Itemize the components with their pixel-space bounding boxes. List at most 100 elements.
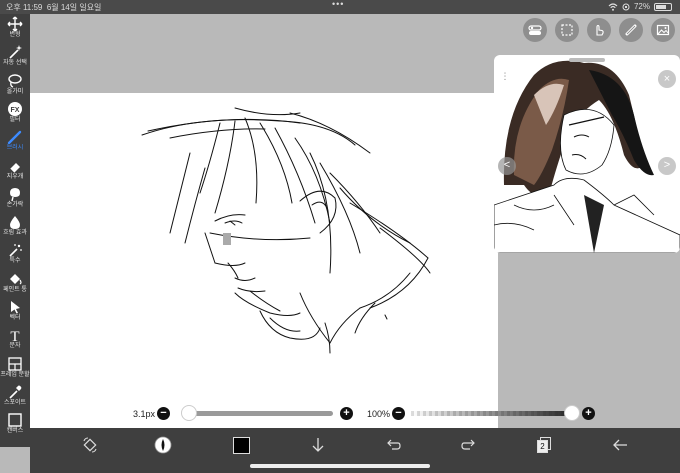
selection-button[interactable]: [555, 18, 579, 42]
canvas-rotate-button[interactable]: [78, 433, 102, 457]
tool-vector-cursor[interactable]: 벡터: [0, 299, 30, 327]
brush-size-thumb[interactable]: [181, 405, 197, 421]
brush-opacity-label: 100%: [367, 409, 391, 419]
battery-fill: [656, 4, 667, 9]
brush-size-slider[interactable]: [183, 411, 333, 416]
lasso-icon: [8, 73, 22, 88]
status-indicators: 72%: [608, 2, 672, 11]
brush-opacity-increase-button[interactable]: +: [582, 407, 595, 420]
eyedropper-icon: [9, 385, 22, 399]
tool-blur-drop[interactable]: 흐림 효과: [0, 214, 30, 242]
tool-label: 변형: [9, 32, 21, 38]
frame-divider-icon: [8, 356, 22, 371]
layers-icon: 2: [537, 437, 551, 453]
vector-cursor-icon: [11, 301, 20, 314]
tool-label: 프레임 분할: [0, 371, 30, 378]
tool-text[interactable]: T 문자: [0, 327, 30, 355]
text-icon: T: [10, 329, 19, 343]
ruler-icon: [625, 24, 637, 36]
tool-label: 벡터: [9, 315, 21, 321]
layer-count: 2: [537, 440, 548, 453]
smudge-icon: [10, 187, 20, 201]
brush-settings-button[interactable]: [151, 433, 175, 457]
reference-next-button[interactable]: >: [658, 157, 676, 175]
reference-artwork: [494, 60, 680, 253]
status-date: 6월 14일 일요일: [46, 3, 102, 12]
tool-lasso[interactable]: 올가미: [0, 73, 30, 101]
tool-fx[interactable]: FX 필터: [0, 101, 30, 129]
tool-label: 스포이트: [3, 399, 27, 406]
battery-icon: [654, 2, 672, 11]
touch-button[interactable]: [587, 18, 611, 42]
tool-label: 페인트 통: [3, 286, 27, 293]
tool-smudge[interactable]: 손가락: [0, 186, 30, 214]
undo-button[interactable]: [381, 433, 405, 457]
tool-label: 지우개: [6, 173, 24, 180]
status-time: 오후 11:59: [6, 3, 43, 12]
undo-icon: [387, 439, 401, 450]
svg-text:T: T: [10, 329, 19, 343]
wifi-icon: [608, 2, 618, 11]
tool-label: 문자: [9, 343, 21, 350]
canvas-icon: [8, 413, 22, 427]
home-indicator[interactable]: [250, 464, 430, 468]
blur-drop-icon: [10, 216, 20, 230]
tool-frame-divider[interactable]: 프레임 분할: [0, 356, 30, 384]
drawing-canvas[interactable]: [30, 93, 498, 428]
brush-size-increase-button[interactable]: +: [340, 407, 353, 420]
tool-eraser[interactable]: 지우개: [0, 158, 30, 186]
status-time-date: 오후 11:59 6월 14일 일요일: [6, 2, 101, 13]
color-picker-button[interactable]: [229, 433, 253, 457]
brush-size-decrease-button[interactable]: −: [157, 407, 170, 420]
reference-image-button[interactable]: [651, 18, 675, 42]
svg-text:FX: FX: [11, 107, 20, 114]
tool-canvas[interactable]: 캔버스: [0, 412, 30, 440]
tool-label: 손가락: [6, 201, 24, 208]
layers-button[interactable]: 2: [532, 433, 556, 457]
paint-bucket-icon: [10, 273, 22, 285]
tool-brush[interactable]: 브러시: [0, 129, 30, 157]
back-button[interactable]: [608, 433, 632, 457]
rotate-square-icon: [83, 437, 97, 453]
current-color-swatch: [232, 436, 250, 454]
reference-drag-handle[interactable]: [569, 58, 605, 62]
fx-icon: FX: [8, 101, 22, 116]
brush-opacity-slider[interactable]: [411, 411, 574, 416]
tool-paint-bucket[interactable]: 페인트 통: [0, 271, 30, 299]
hand-pointer-icon: [596, 24, 604, 36]
tool-label: 올가미: [6, 88, 24, 95]
tool-sidebar: 변형자동 선택올가미 FX 필터브러시지우개손가락흐림 효과 특수페인트 통벡터 T 문자…: [0, 14, 30, 447]
brush-opacity-thumb[interactable]: [564, 405, 580, 421]
import-down-button[interactable]: [306, 433, 330, 457]
status-bar: 오후 11:59 6월 14일 일요일 ••• 72%: [0, 0, 680, 14]
ruler-button[interactable]: [619, 18, 643, 42]
multitask-dots-icon[interactable]: •••: [332, 0, 344, 9]
dashed-selection-icon: [561, 24, 573, 36]
tool-label: 캔버스: [6, 428, 24, 435]
reference-window[interactable]: ⋮ × < >: [494, 55, 680, 253]
toggle-panel-button[interactable]: [523, 18, 547, 42]
brush-tip-icon: [154, 436, 172, 454]
arrow-down-icon: [312, 438, 324, 452]
move-icon: [7, 16, 23, 32]
tool-move[interactable]: 변형: [0, 16, 30, 44]
tool-label: 필터: [9, 116, 21, 123]
eraser-icon: [9, 162, 20, 173]
redo-icon: [461, 439, 475, 450]
toggle-icon: [528, 25, 542, 35]
tool-eyedropper[interactable]: 스포이트: [0, 384, 30, 412]
reference-close-button[interactable]: ×: [658, 70, 676, 88]
magic-wand-icon: [9, 45, 22, 59]
reference-menu-icon[interactable]: ⋮: [499, 71, 511, 85]
tool-label: 자동 선택: [3, 60, 27, 67]
tool-special-wand[interactable]: 특수: [0, 242, 30, 270]
reference-prev-button[interactable]: <: [498, 157, 516, 175]
rotation-lock-icon: [622, 3, 630, 10]
tool-label: 브러시: [6, 145, 24, 152]
brush-icon: [7, 130, 22, 145]
tool-magic-wand[interactable]: 자동 선택: [0, 44, 30, 72]
redo-button[interactable]: [457, 433, 481, 457]
battery-percent: 72%: [633, 2, 650, 11]
image-icon: [656, 24, 670, 36]
brush-opacity-decrease-button[interactable]: −: [392, 407, 405, 420]
